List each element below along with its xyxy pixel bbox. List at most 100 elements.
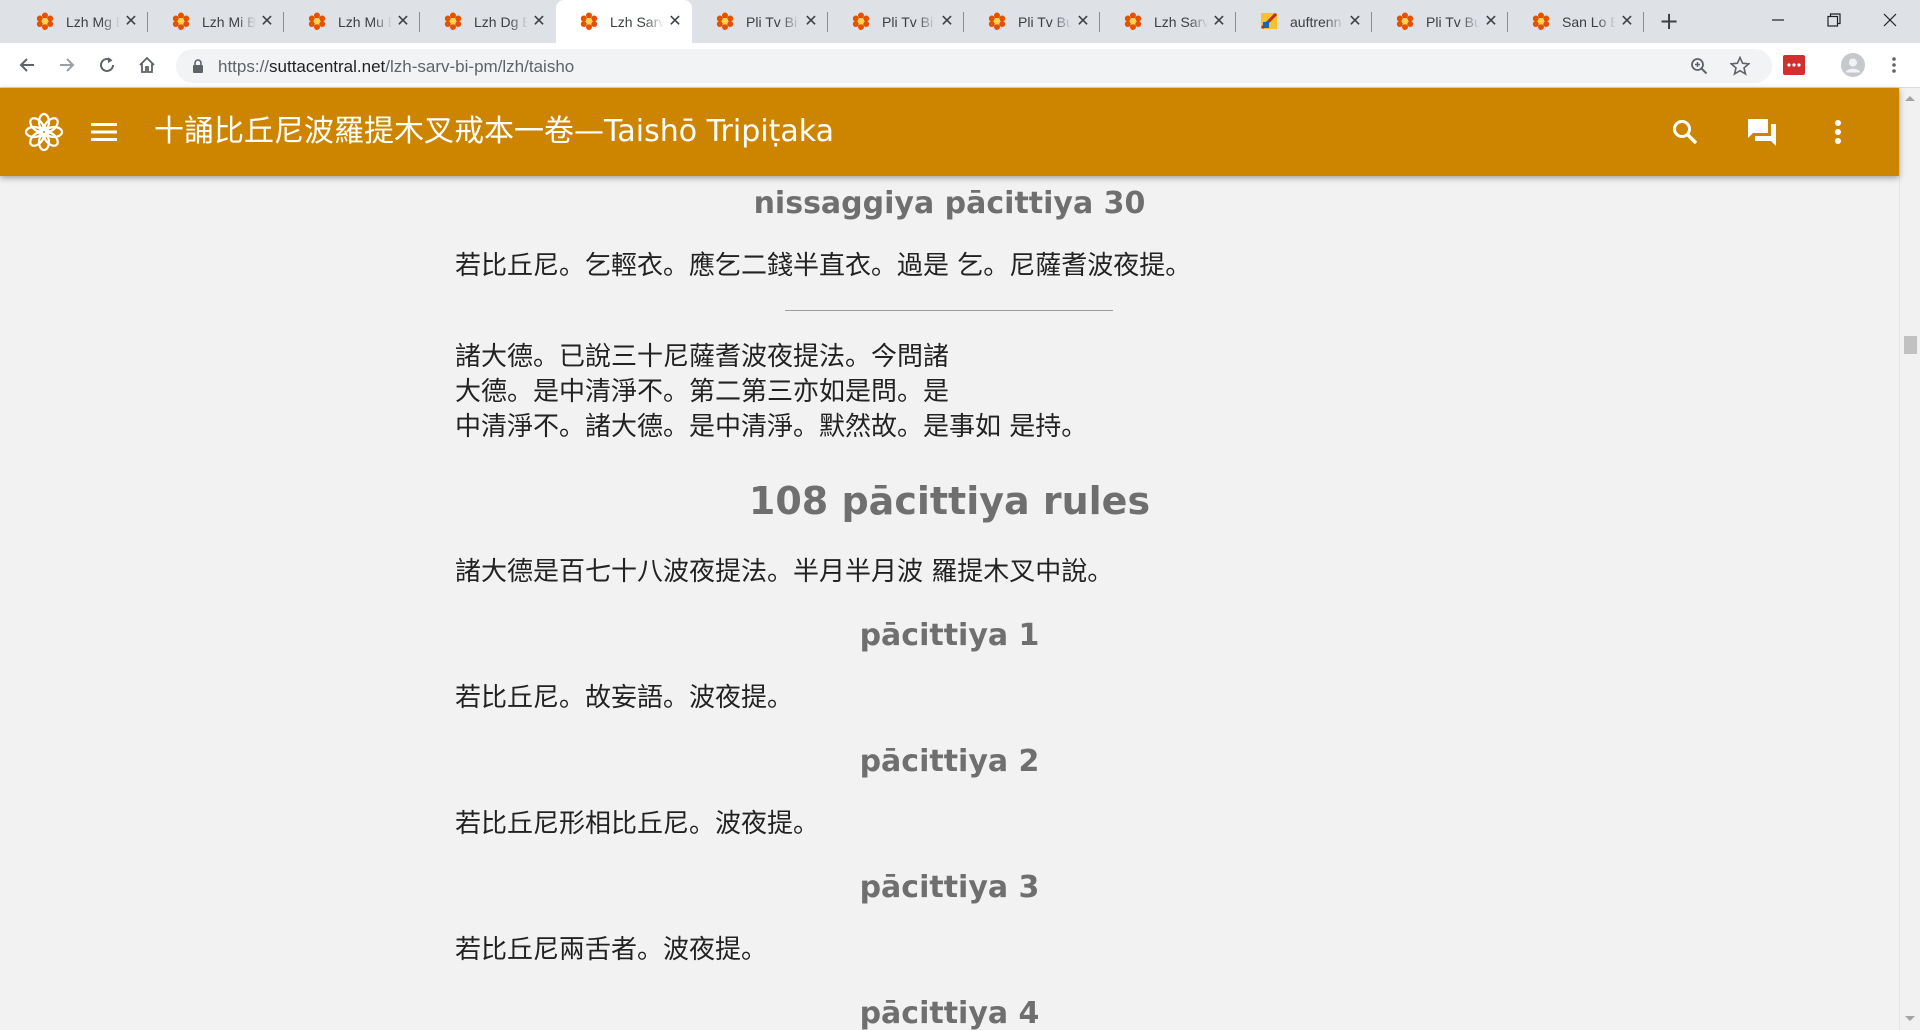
reload-icon: [100, 57, 114, 72]
suttacentral-flower-icon: [1532, 12, 1550, 30]
close-tab-icon[interactable]: ✕: [122, 13, 140, 31]
restore-window-button[interactable]: [1808, 0, 1860, 40]
suttacentral-flower-icon: [852, 12, 870, 30]
home-icon: [139, 56, 155, 73]
zoom-icon[interactable]: [1690, 57, 1708, 75]
tab-title: Lzh Mu B: [338, 14, 392, 30]
minimize-icon: [1772, 19, 1784, 21]
suttacentral-flower-icon: [716, 12, 734, 30]
lock-icon: [193, 59, 203, 73]
suttacentral-flower-icon: [36, 12, 54, 30]
suttacentral-flower-icon: [24, 112, 64, 152]
reload-button[interactable]: [94, 52, 120, 78]
browser-tab[interactable]: Pli Tv Bu ✕: [1372, 0, 1508, 43]
main-content: nissaggiya pācittiya 30 若比丘尼。乞輕衣。應乞二錢半直衣…: [0, 176, 1899, 1030]
extension-button[interactable]: [1781, 52, 1807, 78]
forum-icon: [1748, 119, 1776, 146]
rule-text: 若比丘尼。乞輕衣。應乞二錢半直衣。過是 乞。尼薩耆波夜提。: [455, 251, 1192, 281]
browser-menu-button[interactable]: [1881, 52, 1907, 78]
suttacentral-flower-icon: [172, 12, 190, 30]
forward-button[interactable]: [54, 52, 80, 78]
arrow-left-icon: [19, 58, 34, 72]
dictionary-icon: [1260, 12, 1278, 30]
page-title: 十誦比丘尼波羅提木叉戒本一卷—Taishō Tripiṭaka: [154, 114, 834, 149]
rule-heading: pācittiya 1: [859, 618, 1040, 653]
site-header: 十誦比丘尼波羅提木叉戒本一卷—Taishō Tripiṭaka: [0, 88, 1899, 176]
browser-tab[interactable]: Lzh Sarv ✕: [556, 0, 692, 43]
browser-toolbar: https://suttacentral.net/lzh-sarv-bi-pm/…: [0, 43, 1920, 88]
minimize-window-button[interactable]: [1752, 0, 1804, 40]
browser-tab-strip: Lzh Mg B ✕ Lzh Mi B ✕ Lzh Mu B ✕ Lzh Dg B ✕ Lzh …: [0, 0, 1920, 43]
search-button[interactable]: [1663, 110, 1707, 154]
tab-title: Lzh Sarv: [610, 14, 664, 30]
browser-tab[interactable]: Lzh Sarv ✕: [1100, 0, 1236, 43]
scroll-up-arrow-icon[interactable]: [1905, 96, 1915, 101]
browser-tab[interactable]: Lzh Mi B ✕: [148, 0, 284, 43]
browser-tab[interactable]: Pli Tv Bi ✕: [692, 0, 828, 43]
suttacentral-flower-icon: [444, 12, 462, 30]
url-host: suttacentral.net: [269, 57, 386, 76]
browser-tab[interactable]: San Lo B ✕: [1508, 0, 1644, 43]
close-tab-icon[interactable]: ✕: [802, 13, 820, 31]
hamburger-menu-icon: [91, 123, 117, 141]
close-tab-icon[interactable]: ✕: [1074, 13, 1092, 31]
home-button[interactable]: [134, 52, 160, 78]
scrollbar-thumb[interactable]: [1904, 336, 1917, 354]
more-options-button[interactable]: [1816, 110, 1860, 154]
close-tab-icon[interactable]: ✕: [1346, 13, 1364, 31]
site-logo[interactable]: [22, 110, 66, 154]
scroll-down-arrow-icon[interactable]: [1905, 1016, 1915, 1021]
bookmark-star-icon[interactable]: [1730, 56, 1750, 76]
tab-title: Pli Tv Bu: [1426, 14, 1480, 30]
tab-separator: [1643, 12, 1644, 32]
menu-button[interactable]: [82, 110, 126, 154]
new-tab-button[interactable]: +: [1656, 8, 1682, 34]
conclusion-line-3: 中清淨不。諸大德。是中清淨。默然故。是事如 是持。: [455, 412, 1088, 442]
major-heading: 108 pācittiya rules: [748, 479, 1151, 523]
close-tab-icon[interactable]: ✕: [1210, 13, 1228, 31]
close-tab-icon[interactable]: ✕: [1482, 13, 1500, 31]
profile-button[interactable]: [1840, 52, 1866, 78]
section-heading: nissaggiya pācittiya 30: [753, 186, 1146, 221]
close-tab-icon[interactable]: ✕: [666, 13, 684, 31]
extension-icon: [1783, 55, 1805, 75]
browser-tab[interactable]: Lzh Mu B ✕: [284, 0, 420, 43]
browser-tab[interactable]: Pli Tv Bu ✕: [964, 0, 1100, 43]
tab-title: Lzh Dg B: [474, 14, 528, 30]
search-icon: [1673, 120, 1698, 145]
tab-title: Lzh Mi B: [202, 14, 256, 30]
browser-tab[interactable]: auftrenn ✕: [1236, 0, 1372, 43]
close-tab-icon[interactable]: ✕: [938, 13, 956, 31]
avatar-icon: [1841, 53, 1865, 77]
tab-title: Pli Tv Bi: [746, 14, 798, 30]
browser-tab[interactable]: Pli Tv Bi ✕: [828, 0, 964, 43]
rule-text: 若比丘尼兩舌者。波夜提。: [455, 935, 768, 965]
tab-title: Lzh Sarv: [1154, 14, 1208, 30]
suttacentral-flower-icon: [580, 12, 598, 30]
tab-title: San Lo B: [1562, 14, 1616, 30]
rule-text: 若比丘尼。故妄語。波夜提。: [455, 683, 794, 713]
vertical-dots-icon: [1892, 57, 1896, 73]
rule-heading: pācittiya 2: [859, 744, 1040, 779]
rule-text: 若比丘尼形相比丘尼。波夜提。: [455, 809, 820, 839]
rule-heading: pācittiya 3: [859, 870, 1040, 905]
address-bar[interactable]: https://suttacentral.net/lzh-sarv-bi-pm/…: [176, 49, 1772, 83]
page-scrollbar[interactable]: [1899, 88, 1920, 1030]
url-text: https://suttacentral.net/lzh-sarv-bi-pm/…: [218, 57, 575, 76]
discussion-button[interactable]: [1740, 110, 1784, 154]
close-tab-icon[interactable]: ✕: [530, 13, 548, 31]
tab-title: Pli Tv Bu: [1018, 14, 1072, 30]
close-tab-icon[interactable]: ✕: [258, 13, 276, 31]
suttacentral-flower-icon: [988, 12, 1006, 30]
arrow-right-icon: [60, 58, 75, 72]
vertical-dots-icon: [1835, 120, 1841, 144]
close-tab-icon[interactable]: ✕: [1618, 13, 1636, 31]
close-window-button[interactable]: [1864, 0, 1916, 40]
browser-tab[interactable]: Lzh Dg B ✕: [420, 0, 556, 43]
close-tab-icon[interactable]: ✕: [394, 13, 412, 31]
suttacentral-flower-icon: [1124, 12, 1142, 30]
rule-heading: pācittiya 4: [859, 996, 1040, 1030]
back-button[interactable]: [14, 52, 40, 78]
browser-tab[interactable]: Lzh Mg B ✕: [12, 0, 148, 43]
section-divider: [785, 310, 1113, 311]
